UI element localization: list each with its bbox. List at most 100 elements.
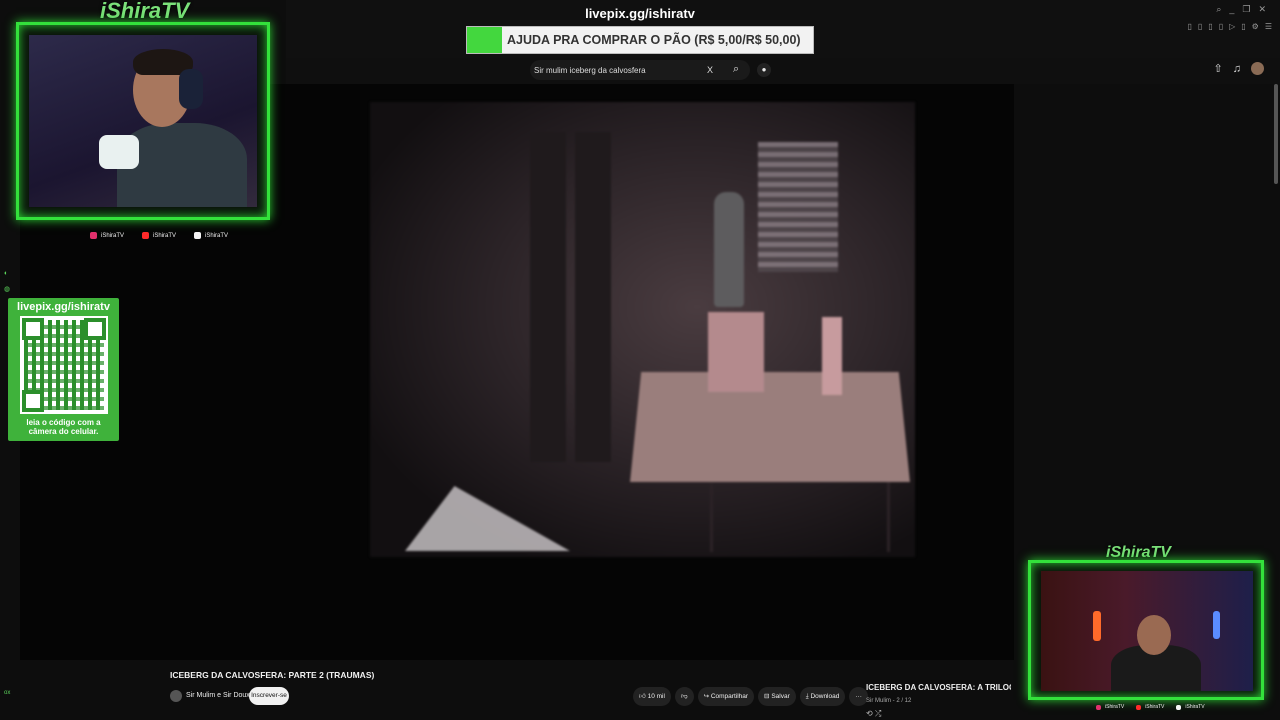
save-button[interactable]: ⊟ Salvar	[758, 687, 796, 706]
video-frame	[370, 102, 915, 557]
close-icon[interactable]: ✕	[1258, 4, 1266, 15]
scene-crate	[708, 312, 764, 392]
extension-icon[interactable]: ▯	[1187, 22, 1191, 31]
youtube-header	[286, 58, 1280, 84]
social-links-secondary: iShiraTV iShiraTV iShiraTV	[1096, 704, 1205, 710]
social-label: iShiraTV	[1145, 704, 1165, 710]
social-instagram: iShiraTV	[90, 232, 124, 239]
instagram-icon	[90, 232, 97, 239]
restore-icon[interactable]: ❐	[1242, 4, 1250, 15]
scene-candle	[822, 317, 842, 395]
social-youtube: iShiraTV	[1136, 704, 1164, 710]
qr-caption-line: câmera do celular.	[28, 427, 99, 436]
scene-pillar	[530, 132, 566, 462]
scene-figure	[714, 192, 744, 307]
extension-icon[interactable]: ▯	[1241, 22, 1245, 31]
search-icon[interactable]: ⌕	[1216, 4, 1221, 15]
subscribe-button[interactable]: Inscrever-se	[249, 687, 289, 705]
settings-icon[interactable]: ⚙	[1252, 22, 1259, 31]
social-label: iShiraTV	[101, 232, 125, 239]
social-label: iShiraTV	[1105, 704, 1125, 710]
scene-table-legs	[710, 482, 890, 552]
save-label: Salvar	[771, 693, 790, 700]
qr-finder	[84, 318, 106, 340]
header-actions: ⇧ ♫	[1214, 62, 1264, 75]
red-light	[1093, 611, 1101, 641]
like-button[interactable]: 👍︎ 10 mil	[633, 687, 671, 706]
page-scrollbar[interactable]	[1274, 84, 1278, 184]
webcam-feed-secondary	[1041, 571, 1253, 691]
loop-icon[interactable]: ⟲	[866, 709, 873, 718]
rail-label: ox	[4, 690, 11, 696]
left-rail-icons: ◐ ◍	[4, 266, 14, 298]
menu-icon[interactable]: ☰	[1265, 22, 1272, 31]
extension-icon[interactable]: ▯	[1198, 22, 1202, 31]
minimize-icon[interactable]: _	[1229, 4, 1234, 15]
search-box[interactable]: Sir mulim iceberg da calvosfera X ⌕	[530, 60, 750, 80]
youtube-icon	[1136, 704, 1142, 710]
donation-goal-bar: AJUDA PRA COMPRAR O PÃO (R$ 5,00/R$ 50,0…	[466, 26, 814, 54]
streamer-head	[1137, 615, 1171, 655]
microphone-light	[99, 135, 139, 169]
upload-icon[interactable]: ⇧	[1214, 62, 1223, 75]
goal-progress-fill	[467, 27, 502, 53]
scene-table	[630, 372, 910, 482]
goal-text: AJUDA PRA COMPRAR O PÃO (R$ 5,00/R$ 50,0…	[507, 33, 801, 47]
search-clear-button[interactable]: X	[707, 65, 713, 75]
instagram-icon	[1096, 704, 1101, 710]
webcam-feed-main	[29, 35, 257, 207]
social-label: iShiraTV	[1185, 704, 1205, 710]
qr-caption: leia o código com a câmera do celular.	[8, 418, 119, 436]
share-button[interactable]: ↪ Compartilhar	[697, 687, 755, 706]
play-icon[interactable]: ▷	[1229, 22, 1235, 31]
social-youtube: iShiraTV	[142, 232, 176, 239]
rail-icon[interactable]: ◐	[4, 266, 14, 282]
social-instagram: iShiraTV	[1096, 704, 1124, 710]
playlist-controls: ⟲ ⤮	[866, 709, 881, 719]
qr-finder	[22, 318, 44, 340]
channel-avatar[interactable]	[170, 690, 182, 702]
qr-code	[20, 316, 108, 414]
tiktok-icon	[194, 232, 202, 239]
share-icon: ↪	[703, 693, 711, 700]
download-label: Download	[810, 693, 840, 700]
livepix-qr-panel: livepix.gg/ishiratv leia o código com a …	[8, 298, 119, 441]
qr-caption-line: leia o código com a	[26, 418, 101, 427]
brand-logo: iShiraTV	[100, 0, 190, 23]
like-count: 10 mil	[647, 693, 665, 700]
channel-name[interactable]: Sir Mulim e Sir Doux	[186, 692, 250, 699]
thumbs-up-icon: 👍︎	[639, 693, 648, 700]
share-label: Compartilhar	[710, 693, 749, 700]
microphone-icon[interactable]: ●	[757, 63, 771, 77]
social-label: iShiraTV	[153, 232, 177, 239]
qr-finder	[22, 390, 44, 412]
dislike-button[interactable]: 👎︎	[674, 687, 694, 706]
video-actions: 👍︎ 10 mil 👎︎ ↪ Compartilhar ⊟ Salvar ⤓ D…	[633, 687, 868, 706]
social-tiktok: iShiraTV	[1176, 704, 1205, 710]
window-controls: ⌕ _ ❐ ✕	[1216, 4, 1266, 15]
search-icon[interactable]: ⌕	[733, 63, 739, 76]
extension-icon[interactable]: ▯	[1219, 22, 1223, 31]
user-avatar[interactable]	[1251, 62, 1264, 75]
rail-icon[interactable]: ◍	[4, 282, 14, 298]
tiktok-icon	[1176, 704, 1182, 710]
qr-url: livepix.gg/ishiratv	[17, 301, 110, 313]
shuffle-icon[interactable]: ⤮	[875, 709, 881, 718]
scene-floor-light	[405, 486, 570, 551]
scene-pillar	[575, 132, 611, 462]
extension-icon[interactable]: ▯	[1208, 22, 1212, 31]
playlist-subtitle: Sir Mulim - 2 / 12	[866, 698, 912, 704]
browser-extension-icons: ▯ ▯ ▯ ▯ ▷ ▯ ⚙ ☰	[1187, 22, 1272, 31]
headset	[179, 69, 203, 109]
video-title: ICEBERG DA CALVOSFERA: PARTE 2 (TRAUMAS)	[170, 670, 375, 680]
social-links-main: iShiraTV iShiraTV iShiraTV	[90, 232, 228, 239]
stream-screen: livepix.gg/ishiratv AJUDA PRA COMPRAR O …	[0, 0, 1280, 720]
youtube-icon	[142, 232, 150, 239]
playlist-title[interactable]: ICEBERG DA CALVOSFERA: A TRILOGIA (e i	[866, 683, 1011, 692]
webcam-frame-main	[16, 22, 270, 220]
thumbs-down-icon: 👎︎	[680, 693, 688, 700]
livepix-url: livepix.gg/ishiratv	[585, 6, 695, 21]
download-button[interactable]: ⤓ Download	[799, 687, 846, 706]
bell-icon[interactable]: ♫	[1233, 63, 1241, 75]
search-input[interactable]: Sir mulim iceberg da calvosfera	[534, 66, 646, 75]
